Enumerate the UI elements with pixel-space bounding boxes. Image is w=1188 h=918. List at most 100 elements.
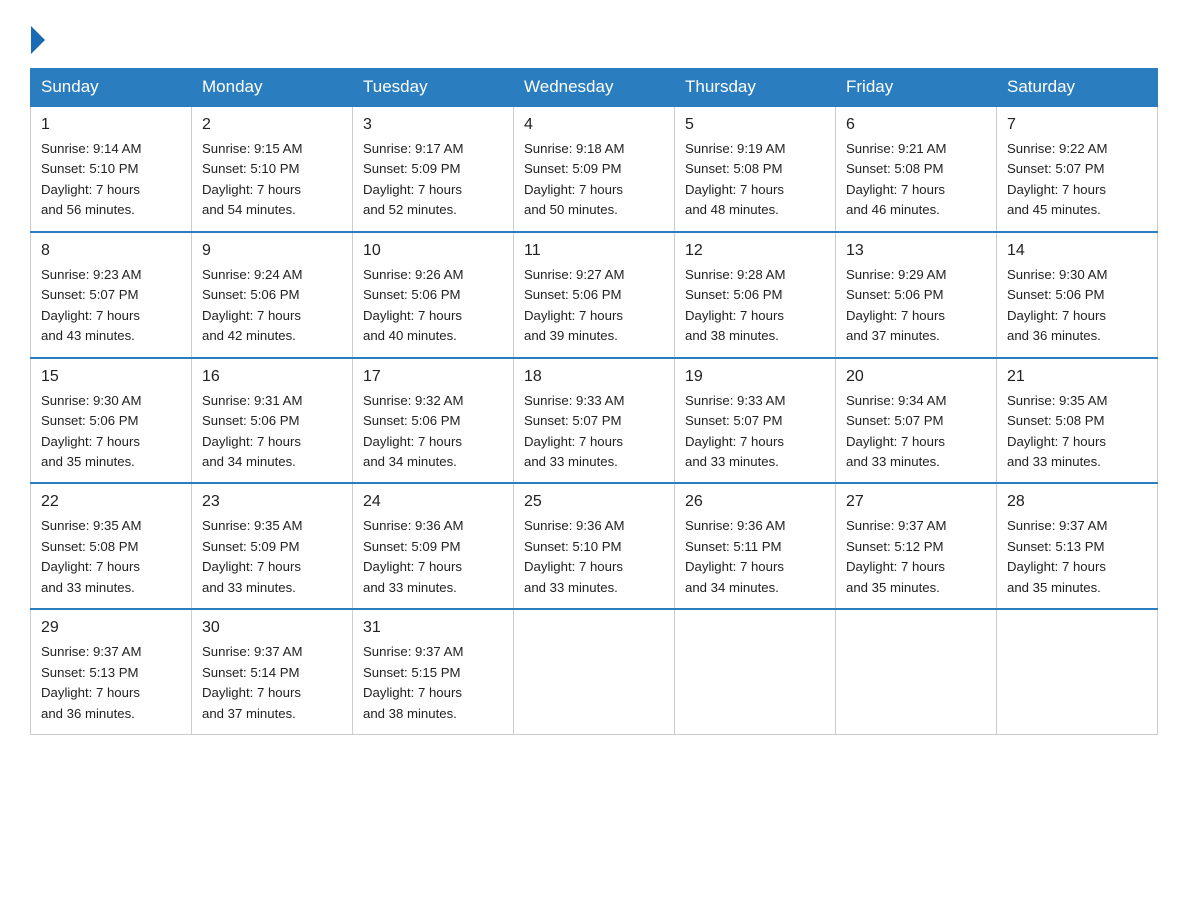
day-number: 31 (363, 616, 503, 640)
calendar-cell: 9 Sunrise: 9:24 AMSunset: 5:06 PMDaylight… (192, 232, 353, 358)
day-number: 15 (41, 365, 181, 389)
calendar-cell (836, 609, 997, 734)
calendar-cell (675, 609, 836, 734)
day-info: Sunrise: 9:36 AMSunset: 5:11 PMDaylight:… (685, 518, 785, 594)
day-info: Sunrise: 9:28 AMSunset: 5:06 PMDaylight:… (685, 267, 785, 343)
calendar-cell: 22 Sunrise: 9:35 AMSunset: 5:08 PMDayligh… (31, 483, 192, 609)
day-number: 2 (202, 113, 342, 137)
week-row: 1 Sunrise: 9:14 AMSunset: 5:10 PMDaylight… (31, 106, 1158, 232)
day-info: Sunrise: 9:27 AMSunset: 5:06 PMDaylight:… (524, 267, 624, 343)
day-number: 11 (524, 239, 664, 263)
logo (30, 26, 46, 50)
day-number: 8 (41, 239, 181, 263)
day-info: Sunrise: 9:22 AMSunset: 5:07 PMDaylight:… (1007, 141, 1107, 217)
day-number: 1 (41, 113, 181, 137)
calendar-cell (514, 609, 675, 734)
day-info: Sunrise: 9:18 AMSunset: 5:09 PMDaylight:… (524, 141, 624, 217)
days-of-week-row: SundayMondayTuesdayWednesdayThursdayFrid… (31, 69, 1158, 107)
calendar-cell: 11 Sunrise: 9:27 AMSunset: 5:06 PMDayligh… (514, 232, 675, 358)
calendar-cell: 8 Sunrise: 9:23 AMSunset: 5:07 PMDaylight… (31, 232, 192, 358)
day-number: 26 (685, 490, 825, 514)
day-number: 30 (202, 616, 342, 640)
calendar-cell: 7 Sunrise: 9:22 AMSunset: 5:07 PMDaylight… (997, 106, 1158, 232)
day-of-week-header: Monday (192, 69, 353, 107)
calendar-cell: 26 Sunrise: 9:36 AMSunset: 5:11 PMDayligh… (675, 483, 836, 609)
day-info: Sunrise: 9:30 AMSunset: 5:06 PMDaylight:… (1007, 267, 1107, 343)
day-info: Sunrise: 9:35 AMSunset: 5:08 PMDaylight:… (1007, 393, 1107, 469)
day-number: 24 (363, 490, 503, 514)
calendar-cell: 13 Sunrise: 9:29 AMSunset: 5:06 PMDayligh… (836, 232, 997, 358)
day-number: 27 (846, 490, 986, 514)
calendar-cell: 1 Sunrise: 9:14 AMSunset: 5:10 PMDaylight… (31, 106, 192, 232)
day-number: 23 (202, 490, 342, 514)
day-number: 6 (846, 113, 986, 137)
calendar-cell: 10Sunrise: 9:26 AMSunset: 5:06 PMDayligh… (353, 232, 514, 358)
day-number: 13 (846, 239, 986, 263)
day-number: 19 (685, 365, 825, 389)
day-of-week-header: Tuesday (353, 69, 514, 107)
day-number: 12 (685, 239, 825, 263)
day-info: Sunrise: 9:29 AMSunset: 5:06 PMDaylight:… (846, 267, 946, 343)
week-row: 22 Sunrise: 9:35 AMSunset: 5:08 PMDayligh… (31, 483, 1158, 609)
calendar-cell: 24 Sunrise: 9:36 AMSunset: 5:09 PMDayligh… (353, 483, 514, 609)
calendar-table: SundayMondayTuesdayWednesdayThursdayFrid… (30, 68, 1158, 735)
day-info: Sunrise: 9:14 AMSunset: 5:10 PMDaylight:… (41, 141, 141, 217)
calendar-cell (997, 609, 1158, 734)
calendar-cell: 6 Sunrise: 9:21 AMSunset: 5:08 PMDaylight… (836, 106, 997, 232)
day-info: Sunrise: 9:37 AMSunset: 5:13 PMDaylight:… (41, 644, 141, 720)
calendar-cell: 28 Sunrise: 9:37 AMSunset: 5:13 PMDayligh… (997, 483, 1158, 609)
day-number: 14 (1007, 239, 1147, 263)
day-info: Sunrise: 9:23 AMSunset: 5:07 PMDaylight:… (41, 267, 141, 343)
page-header (30, 20, 1158, 50)
day-info: Sunrise: 9:26 AMSunset: 5:06 PMDaylight:… (363, 267, 463, 343)
day-number: 20 (846, 365, 986, 389)
day-info: Sunrise: 9:17 AMSunset: 5:09 PMDaylight:… (363, 141, 463, 217)
day-info: Sunrise: 9:36 AMSunset: 5:09 PMDaylight:… (363, 518, 463, 594)
calendar-cell: 18Sunrise: 9:33 AMSunset: 5:07 PMDayligh… (514, 358, 675, 484)
day-info: Sunrise: 9:30 AMSunset: 5:06 PMDaylight:… (41, 393, 141, 469)
day-number: 9 (202, 239, 342, 263)
day-of-week-header: Sunday (31, 69, 192, 107)
calendar-cell: 21 Sunrise: 9:35 AMSunset: 5:08 PMDayligh… (997, 358, 1158, 484)
day-number: 22 (41, 490, 181, 514)
day-number: 7 (1007, 113, 1147, 137)
day-of-week-header: Saturday (997, 69, 1158, 107)
day-number: 17 (363, 365, 503, 389)
day-info: Sunrise: 9:37 AMSunset: 5:13 PMDaylight:… (1007, 518, 1107, 594)
calendar-cell: 30 Sunrise: 9:37 AMSunset: 5:14 PMDayligh… (192, 609, 353, 734)
calendar-cell: 31 Sunrise: 9:37 AMSunset: 5:15 PMDayligh… (353, 609, 514, 734)
calendar-cell: 5 Sunrise: 9:19 AMSunset: 5:08 PMDaylight… (675, 106, 836, 232)
day-info: Sunrise: 9:35 AMSunset: 5:08 PMDaylight:… (41, 518, 141, 594)
calendar-cell: 23 Sunrise: 9:35 AMSunset: 5:09 PMDayligh… (192, 483, 353, 609)
calendar-cell: 19 Sunrise: 9:33 AMSunset: 5:07 PMDayligh… (675, 358, 836, 484)
calendar-cell: 14 Sunrise: 9:30 AMSunset: 5:06 PMDayligh… (997, 232, 1158, 358)
day-info: Sunrise: 9:37 AMSunset: 5:15 PMDaylight:… (363, 644, 463, 720)
day-number: 25 (524, 490, 664, 514)
day-number: 5 (685, 113, 825, 137)
day-number: 3 (363, 113, 503, 137)
calendar-cell: 2Sunrise: 9:15 AMSunset: 5:10 PMDaylight… (192, 106, 353, 232)
calendar-cell: 4 Sunrise: 9:18 AMSunset: 5:09 PMDaylight… (514, 106, 675, 232)
week-row: 8 Sunrise: 9:23 AMSunset: 5:07 PMDaylight… (31, 232, 1158, 358)
day-number: 21 (1007, 365, 1147, 389)
week-row: 15 Sunrise: 9:30 AMSunset: 5:06 PMDayligh… (31, 358, 1158, 484)
calendar-cell: 12 Sunrise: 9:28 AMSunset: 5:06 PMDayligh… (675, 232, 836, 358)
day-number: 29 (41, 616, 181, 640)
day-info: Sunrise: 9:35 AMSunset: 5:09 PMDaylight:… (202, 518, 302, 594)
day-info: Sunrise: 9:21 AMSunset: 5:08 PMDaylight:… (846, 141, 946, 217)
day-info: Sunrise: 9:37 AMSunset: 5:14 PMDaylight:… (202, 644, 302, 720)
day-info: Sunrise: 9:19 AMSunset: 5:08 PMDaylight:… (685, 141, 785, 217)
day-of-week-header: Friday (836, 69, 997, 107)
day-number: 4 (524, 113, 664, 137)
day-of-week-header: Thursday (675, 69, 836, 107)
day-number: 16 (202, 365, 342, 389)
day-info: Sunrise: 9:33 AMSunset: 5:07 PMDaylight:… (685, 393, 785, 469)
calendar-cell: 3 Sunrise: 9:17 AMSunset: 5:09 PMDaylight… (353, 106, 514, 232)
day-info: Sunrise: 9:24 AMSunset: 5:06 PMDaylight:… (202, 267, 302, 343)
calendar-cell: 20Sunrise: 9:34 AMSunset: 5:07 PMDayligh… (836, 358, 997, 484)
day-info: Sunrise: 9:32 AMSunset: 5:06 PMDaylight:… (363, 393, 463, 469)
calendar-cell: 25Sunrise: 9:36 AMSunset: 5:10 PMDayligh… (514, 483, 675, 609)
day-number: 28 (1007, 490, 1147, 514)
calendar-cell: 16Sunrise: 9:31 AMSunset: 5:06 PMDayligh… (192, 358, 353, 484)
day-number: 18 (524, 365, 664, 389)
